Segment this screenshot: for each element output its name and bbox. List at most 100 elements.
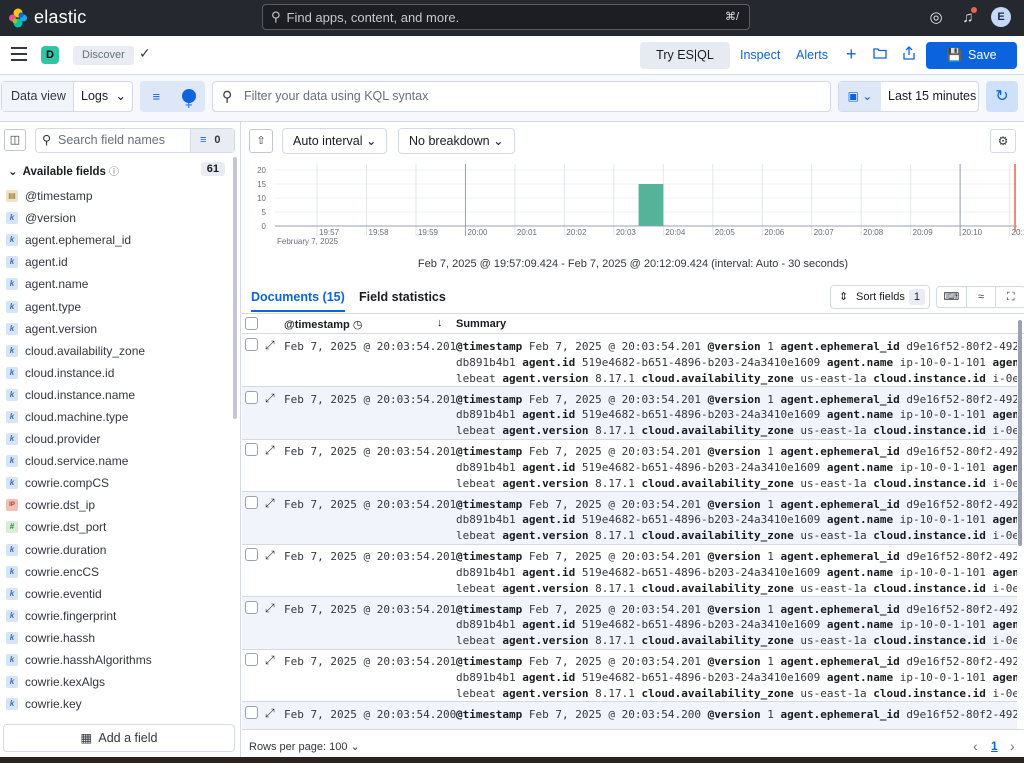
expand-row-icon[interactable]: ⤢ — [265, 496, 275, 511]
field-item[interactable]: k cowrie.fingerprint — [0, 605, 234, 627]
row-checkbox[interactable] — [245, 443, 258, 456]
chart-options-icon[interactable]: ⚙ — [990, 129, 1016, 153]
field-item[interactable]: k cloud.instance.id — [0, 362, 234, 384]
table-scrollbar[interactable] — [1018, 320, 1022, 546]
field-item[interactable]: IP cowrie.dst_ip — [0, 494, 234, 516]
filter-menu-icon[interactable]: ≡ — [140, 81, 173, 112]
summary-column-header[interactable]: Summary — [456, 318, 506, 330]
expand-row-icon[interactable]: ⤢ — [265, 443, 275, 458]
table-row[interactable]: ⤢ Feb 7, 2025 @ 20:03:54.201 @timestamp Fe… — [242, 439, 1017, 492]
field-item[interactable]: k agent.type — [0, 295, 234, 317]
tab-documents[interactable]: Documents (15) — [251, 290, 345, 312]
field-item[interactable]: k cloud.service.name — [0, 450, 234, 472]
breadcrumb[interactable]: Discover — [73, 46, 134, 65]
elastic-logo[interactable]: elastic — [8, 7, 86, 28]
interval-dropdown[interactable]: Auto interval ⌄ — [282, 128, 388, 154]
row-checkbox[interactable] — [245, 705, 258, 719]
field-item[interactable]: k cloud.machine.type — [0, 406, 234, 428]
sidebar-scrollbar[interactable] — [233, 157, 237, 419]
row-checkbox[interactable] — [245, 548, 258, 561]
field-item[interactable]: ▤ @timestamp — [0, 185, 234, 207]
menu-icon[interactable] — [11, 47, 27, 63]
field-item[interactable]: # cowrie.dst_port — [0, 516, 234, 538]
global-search-input[interactable]: ⚲ Find apps, content, and more. ⌘/ — [262, 4, 750, 30]
field-item[interactable]: k cowrie.key — [0, 693, 234, 715]
keyboard-icon[interactable]: ⌨ — [937, 287, 967, 307]
field-item[interactable]: k cowrie.encCS — [0, 561, 234, 583]
expand-row-icon[interactable]: ⤢ — [265, 548, 275, 563]
collapse-sidebar-icon[interactable]: ◫ — [4, 129, 26, 151]
expand-row-icon[interactable]: ⤢ — [265, 706, 275, 721]
calendar-icon[interactable]: ▣ ⌄ — [839, 82, 881, 111]
row-checkbox[interactable] — [245, 495, 258, 509]
field-item[interactable]: k agent.id — [0, 251, 234, 273]
display-settings-icon[interactable]: ≈ — [967, 287, 997, 307]
new-search-icon[interactable]: + — [846, 44, 857, 65]
help-icon[interactable]: ◎ — [926, 8, 946, 28]
table-row[interactable]: ⤢ Feb 7, 2025 @ 20:03:54.201 @timestamp Fe… — [242, 544, 1017, 597]
field-item[interactable]: k agent.version — [0, 318, 234, 340]
alerts-link[interactable]: Alerts — [796, 48, 828, 62]
expand-row-icon[interactable]: ⤢ — [265, 338, 275, 353]
table-row[interactable]: ⤢ Feb 7, 2025 @ 20:03:54.201 @timestamp Fe… — [242, 491, 1017, 545]
open-folder-icon[interactable] — [873, 46, 887, 63]
time-range-label[interactable]: Last 15 minutes — [881, 82, 978, 111]
share-icon[interactable] — [903, 46, 915, 64]
sort-desc-icon[interactable]: ↓ — [437, 317, 443, 329]
field-item[interactable]: k cowrie.kexAlgs — [0, 671, 234, 693]
try-esql-button[interactable]: Try ES|QL — [640, 42, 730, 69]
available-fields-header[interactable]: ⌄ Available fields ⓘ 61 — [8, 162, 228, 178]
expand-row-icon[interactable]: ⤢ — [265, 653, 275, 668]
summary-value: d9e16f52-80f2-4925-933e-c00 — [906, 602, 1017, 616]
avatar[interactable]: E — [991, 7, 1011, 27]
data-view-select[interactable]: Logs ⌄ — [74, 82, 132, 111]
field-item[interactable]: k cowrie.hassh — [0, 627, 234, 649]
table-row[interactable]: ⤢ Feb 7, 2025 @ 20:03:54.201 @timestamp Fe… — [242, 334, 1017, 387]
summary-line: db891b4b1 agent.id 519e4682-b651-4896-b2… — [456, 617, 1017, 633]
field-item[interactable]: k cloud.provider — [0, 428, 234, 450]
tab-field-statistics[interactable]: Field statistics — [359, 290, 446, 304]
field-item[interactable]: k agent.ephemeral_id — [0, 229, 234, 251]
add-field-button[interactable]: ▦ Add a field — [3, 724, 235, 752]
field-item[interactable]: k cowrie.eventid — [0, 583, 234, 605]
fullscreen-icon[interactable]: ⛶ — [996, 287, 1024, 307]
page-number[interactable]: 1 — [991, 739, 998, 753]
field-item[interactable]: k cowrie.compCS — [0, 472, 234, 494]
histogram-chart[interactable]: 20 15 10 5 0 19:57 19:58 19:59 20:00 20:01 20:02 20… — [242, 162, 1024, 252]
table-row[interactable]: ⤢ Feb 7, 2025 @ 20:03:54.201 @timestamp Fe… — [242, 649, 1017, 702]
row-checkbox[interactable] — [245, 390, 258, 404]
timestamp-column-header[interactable]: @timestamp ◷ — [284, 318, 362, 331]
save-button[interactable]: 💾 Save — [926, 42, 1017, 69]
kql-search-input[interactable]: ⚲ Filter your data using KQL syntax — [212, 81, 831, 112]
field-search-input[interactable]: ⚲ Search field names ≡ 0 — [35, 128, 235, 153]
prev-page-icon[interactable]: ‹ — [973, 738, 978, 754]
row-checkbox[interactable] — [245, 653, 258, 666]
expand-row-icon[interactable]: ⤢ — [265, 391, 275, 406]
space-badge[interactable]: D — [41, 46, 59, 64]
inspect-link[interactable]: Inspect — [740, 48, 780, 62]
field-item[interactable]: k @version — [0, 207, 234, 229]
field-item[interactable]: k agent.name — [0, 273, 234, 295]
table-row[interactable]: ⤢ Feb 7, 2025 @ 20:03:54.201 @timestamp Fe… — [242, 596, 1017, 650]
refresh-button[interactable]: ↻ — [986, 81, 1018, 112]
sort-fields-button[interactable]: ⇕ Sort fields 1 — [830, 285, 930, 309]
field-item[interactable]: k cloud.instance.name — [0, 384, 234, 406]
row-checkbox[interactable] — [245, 338, 258, 351]
field-filter-button[interactable]: ≡ 0 — [190, 129, 234, 152]
table-row[interactable]: ⤢ Feb 7, 2025 @ 20:03:54.200 @timestamp Fe… — [242, 701, 1017, 729]
toggle-chart-icon[interactable]: ⇧ — [249, 129, 273, 153]
select-all-checkbox[interactable] — [245, 317, 258, 330]
row-checkbox[interactable] — [245, 600, 258, 614]
summary-line: @timestamp Feb 7, 2025 @ 20:03:54.201 @v… — [456, 339, 1017, 355]
field-item[interactable]: k cloud.availability_zone — [0, 340, 234, 362]
breakdown-dropdown[interactable]: No breakdown ⌄ — [398, 128, 515, 154]
rows-per-page-select[interactable]: Rows per page: 100 ⌄ — [249, 740, 360, 753]
field-item[interactable]: k cowrie.duration — [0, 539, 234, 561]
data-view-picker[interactable]: Data view Logs ⌄ — [1, 81, 133, 112]
add-filter-button[interactable]: + — [173, 81, 206, 112]
table-row[interactable]: ⤢ Feb 7, 2025 @ 20:03:54.201 @timestamp Fe… — [242, 386, 1017, 440]
field-item[interactable]: k cowrie.hasshAlgorithms — [0, 649, 234, 671]
expand-row-icon[interactable]: ⤢ — [265, 601, 275, 616]
time-picker[interactable]: ▣ ⌄ Last 15 minutes — [838, 81, 979, 112]
next-page-icon[interactable]: › — [1010, 738, 1015, 754]
